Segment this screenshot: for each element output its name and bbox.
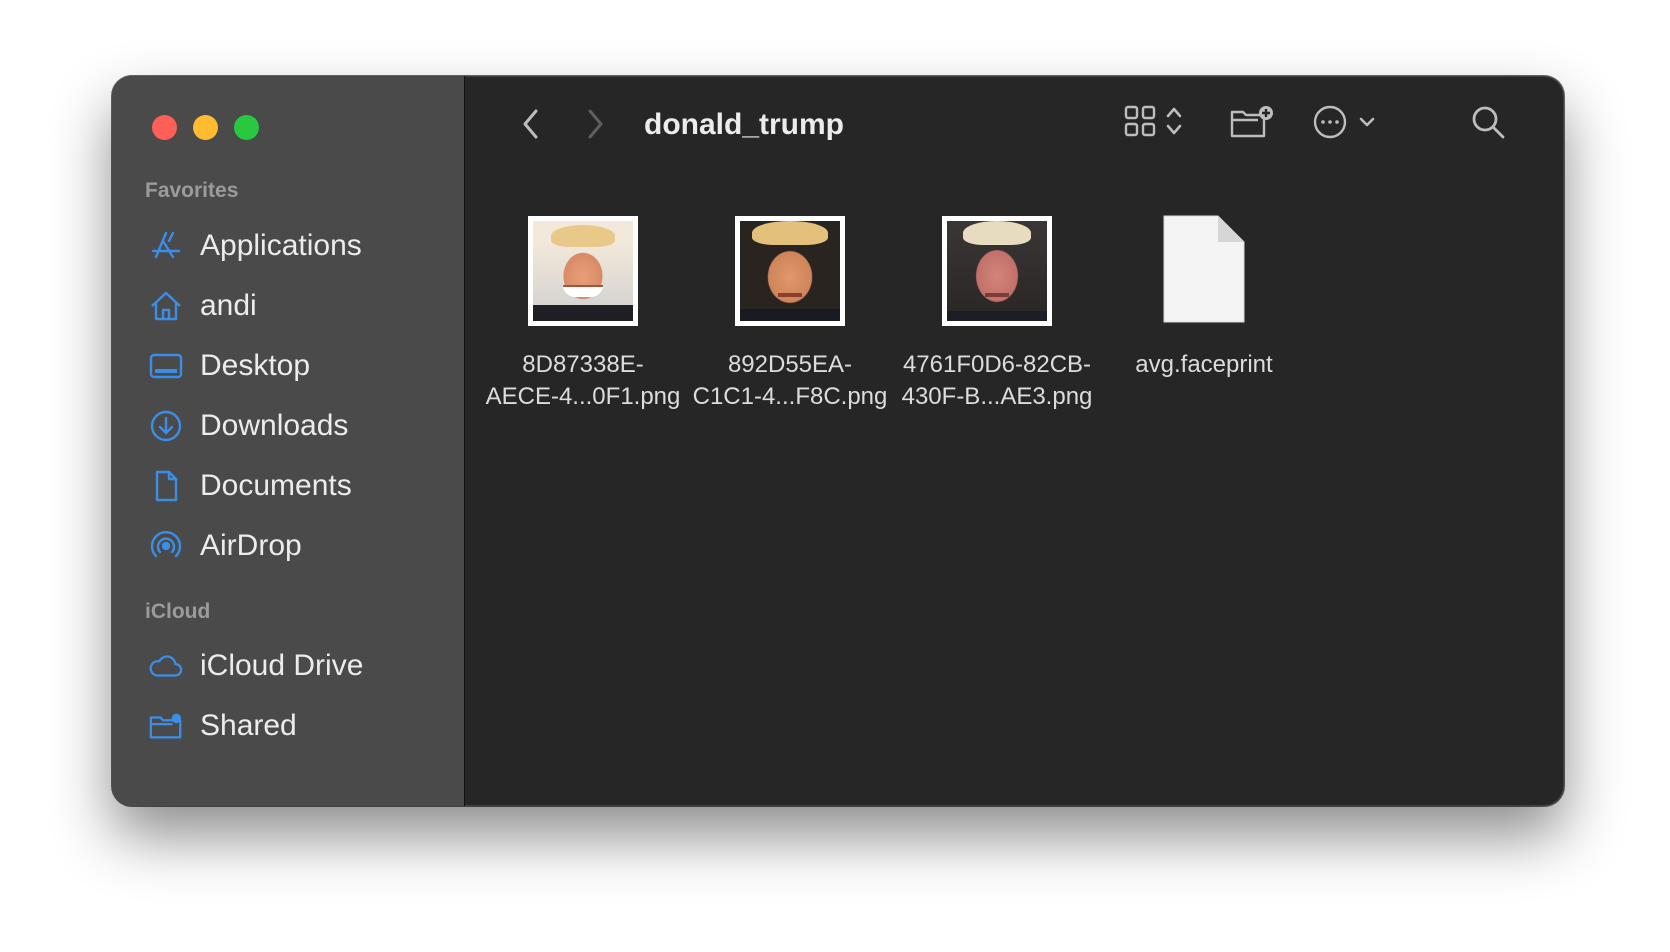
forward-button[interactable] xyxy=(577,106,613,146)
window-controls xyxy=(152,115,259,140)
document-icon xyxy=(148,468,184,504)
file-name: avg.faceprint xyxy=(1135,351,1273,378)
sidebar-item-label: andi xyxy=(200,289,257,322)
file-name: 8D87338E- AECE-4...0F1.png xyxy=(485,351,681,410)
finder-window: Favorites Applications andi Desktop Down… xyxy=(112,76,1564,806)
chevron-down-icon xyxy=(1358,115,1376,134)
sidebar-item-label: Applications xyxy=(200,229,362,262)
file-item[interactable]: 892D55EA- C1C1-4...F8C.png xyxy=(690,211,890,413)
chevron-up-down-icon xyxy=(1165,104,1183,143)
search-button[interactable] xyxy=(1470,104,1506,145)
sidebar-item-airdrop[interactable]: AirDrop xyxy=(148,520,448,572)
document-file-icon xyxy=(1160,212,1248,331)
sidebar-item-icloud-drive[interactable]: iCloud Drive xyxy=(148,640,448,692)
search-icon xyxy=(1470,104,1506,145)
file-name: 4761F0D6-82CB- 430F-B...AE3.png xyxy=(901,351,1093,410)
cloud-icon xyxy=(148,648,184,684)
content-area: donald_trump 8D87338E- AECE-4...0F1.png … xyxy=(465,76,1564,806)
sidebar-item-label: Downloads xyxy=(200,409,349,442)
zoom-button[interactable] xyxy=(234,115,259,140)
chevron-left-icon xyxy=(520,107,542,146)
sidebar-item-downloads[interactable]: Downloads xyxy=(148,400,448,452)
airdrop-icon xyxy=(148,528,184,564)
window-title: donald_trump xyxy=(644,108,844,141)
chevron-right-icon xyxy=(584,107,606,146)
applications-icon xyxy=(148,228,184,264)
sidebar-section-icloud: iCloud xyxy=(145,600,211,623)
close-button[interactable] xyxy=(152,115,177,140)
sidebar-item-label: Documents xyxy=(200,469,352,502)
sidebar: Favorites Applications andi Desktop Down… xyxy=(112,76,465,806)
file-item[interactable]: 8D87338E- AECE-4...0F1.png xyxy=(483,211,683,413)
minimize-button[interactable] xyxy=(193,115,218,140)
sidebar-item-label: Desktop xyxy=(200,349,311,382)
file-name: 892D55EA- C1C1-4...F8C.png xyxy=(692,351,888,410)
image-thumbnail xyxy=(735,216,845,326)
sidebar-item-label: AirDrop xyxy=(200,529,302,562)
back-button[interactable] xyxy=(513,106,549,146)
file-item[interactable]: avg.faceprint xyxy=(1104,211,1304,381)
downloads-icon xyxy=(148,408,184,444)
sidebar-item-applications[interactable]: Applications xyxy=(148,220,448,272)
more-actions-button[interactable] xyxy=(1312,104,1376,145)
new-folder-icon xyxy=(1230,104,1276,145)
sidebar-item-shared[interactable]: Shared xyxy=(148,700,448,752)
sidebar-item-documents[interactable]: Documents xyxy=(148,460,448,512)
sidebar-section-favorites: Favorites xyxy=(145,179,239,202)
sidebar-item-andi[interactable]: andi xyxy=(148,280,448,332)
shared-folder-icon xyxy=(148,708,184,744)
view-options-button[interactable] xyxy=(1123,104,1183,143)
ellipsis-circle-icon xyxy=(1312,104,1348,145)
file-item[interactable]: 4761F0D6-82CB- 430F-B...AE3.png xyxy=(897,211,1097,413)
desktop-icon xyxy=(148,348,184,384)
grid-view-icon xyxy=(1123,104,1157,143)
sidebar-item-label: iCloud Drive xyxy=(200,649,364,682)
image-thumbnail xyxy=(528,216,638,326)
sidebar-item-desktop[interactable]: Desktop xyxy=(148,340,448,392)
home-icon xyxy=(148,288,184,324)
sidebar-item-label: Shared xyxy=(200,709,297,742)
image-thumbnail xyxy=(942,216,1052,326)
new-folder-button[interactable] xyxy=(1230,104,1276,145)
